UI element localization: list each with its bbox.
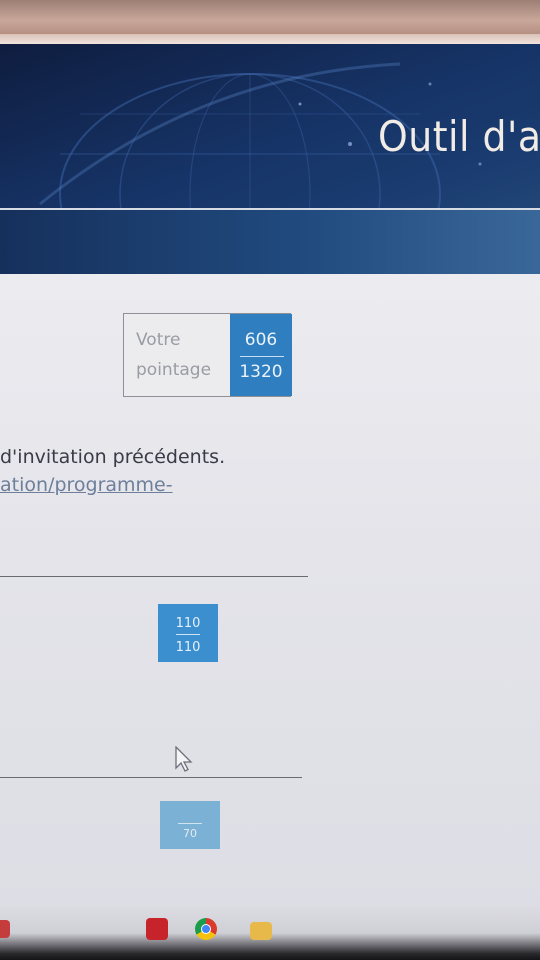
item-score-denominator: 70 (183, 827, 197, 840)
fraction-line (176, 634, 200, 635)
monitor-bezel (0, 0, 540, 34)
score-denominator: 1320 (239, 362, 283, 382)
item-score-numerator: 110 (175, 616, 201, 631)
mouse-cursor-icon (175, 746, 193, 772)
header-banner: Outil d'a (0, 44, 540, 274)
fraction-line (240, 356, 284, 357)
fraction-line (178, 823, 202, 824)
item-score-denominator: 110 (175, 640, 201, 655)
item-score-badge: 70 (160, 801, 220, 849)
program-link[interactable]: ation/programme- (0, 474, 173, 496)
score-label-line1: Votre (136, 330, 181, 350)
pdf-reader-icon[interactable] (146, 918, 168, 940)
section-divider (0, 576, 308, 577)
taskbar (0, 906, 540, 960)
banner-band (0, 210, 540, 274)
total-score-box: Votre pointage 606 1320 (123, 313, 292, 397)
score-label-line2: pointage (136, 360, 212, 380)
section-divider (0, 777, 302, 778)
file-explorer-icon[interactable] (250, 922, 272, 940)
item-score-badge: 110 110 (158, 604, 218, 662)
description-text: d'invitation précédents. (0, 446, 226, 468)
score-numerator: 606 (244, 330, 278, 350)
screen-edge (0, 34, 540, 44)
taskbar-app-icon[interactable] (0, 920, 10, 938)
score-fraction-badge: 606 1320 (230, 314, 292, 396)
chrome-icon[interactable] (195, 918, 217, 940)
main-content: Votre pointage 606 1320 d'invitation pré… (0, 274, 540, 960)
app-title: Outil d'a (378, 112, 540, 161)
